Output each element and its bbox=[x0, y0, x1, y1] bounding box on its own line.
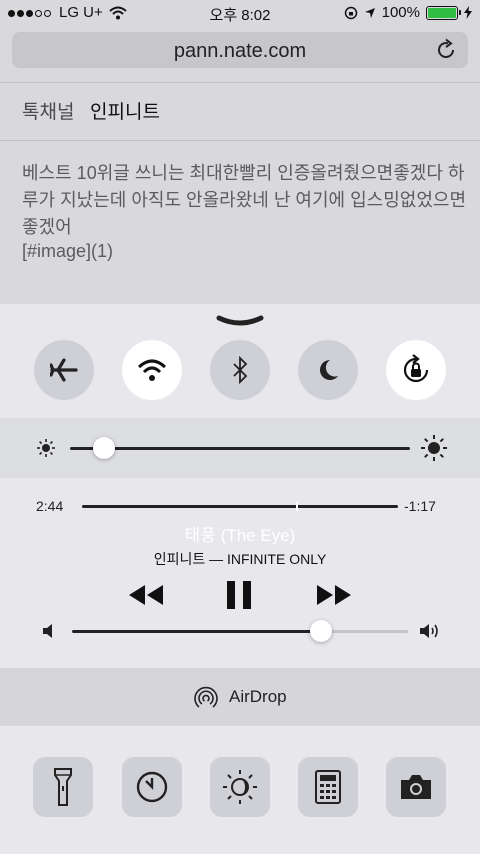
bluetooth-toggle[interactable] bbox=[210, 340, 270, 400]
fast-forward-icon[interactable] bbox=[315, 583, 353, 607]
camera-button[interactable] bbox=[386, 757, 446, 817]
brightness-knob[interactable] bbox=[93, 437, 115, 459]
scrubber-position-marker[interactable] bbox=[295, 502, 298, 511]
battery-percent: 100% bbox=[381, 4, 420, 21]
calculator-icon bbox=[315, 770, 341, 804]
volume-low-icon bbox=[43, 624, 52, 638]
post-text: 베스트 10위글 쓰니는 최대한빨리 인증올려줬으면좋겠다 하루가 지났는데 아… bbox=[22, 163, 467, 237]
camera-icon bbox=[401, 775, 431, 799]
post-image-link[interactable]: [#image](1) bbox=[22, 241, 113, 262]
calculator-button[interactable] bbox=[298, 757, 358, 817]
remaining-time: -1:17 bbox=[404, 498, 436, 514]
airdrop-button[interactable]: AirDrop bbox=[0, 668, 480, 726]
rotation-lock-status-icon bbox=[344, 6, 357, 19]
charging-bolt-icon bbox=[464, 6, 472, 19]
volume-slider[interactable] bbox=[72, 630, 408, 633]
wifi-toggle[interactable] bbox=[122, 340, 182, 400]
do-not-disturb-toggle[interactable] bbox=[298, 340, 358, 400]
flashlight-button[interactable] bbox=[33, 757, 93, 817]
battery-icon bbox=[426, 5, 461, 20]
grabber-chevron-icon[interactable] bbox=[216, 315, 264, 329]
volume-knob[interactable] bbox=[309, 620, 332, 642]
rotation-lock-toggle[interactable] bbox=[386, 340, 446, 400]
playback-scrubber[interactable] bbox=[82, 505, 398, 508]
location-arrow-icon bbox=[364, 7, 375, 18]
brightness-slider[interactable] bbox=[70, 447, 410, 450]
brightness-high-icon bbox=[421, 435, 447, 461]
rewind-icon[interactable] bbox=[127, 583, 165, 607]
artist-album: 인피니트 — INFINITE ONLY bbox=[153, 551, 327, 567]
timer-icon bbox=[136, 771, 168, 803]
timer-button[interactable] bbox=[122, 757, 182, 817]
divider bbox=[0, 140, 480, 141]
flashlight-icon bbox=[54, 768, 72, 806]
airdrop-label: AirDrop bbox=[229, 687, 287, 706]
divider bbox=[0, 82, 480, 83]
breadcrumb-parent[interactable]: 톡채널 bbox=[22, 97, 74, 124]
rotation-lock-icon bbox=[403, 354, 429, 383]
wifi-icon bbox=[137, 359, 167, 381]
night-shift-button[interactable] bbox=[210, 757, 270, 817]
airplane-icon bbox=[50, 358, 78, 382]
pause-icon[interactable] bbox=[226, 580, 252, 610]
volume-high-icon bbox=[420, 624, 438, 638]
bluetooth-icon bbox=[233, 356, 248, 384]
moon-icon bbox=[320, 360, 338, 380]
address-bar[interactable]: pann.nate.com bbox=[12, 32, 468, 68]
status-bar: LG U+ 오후 8:02 100% bbox=[0, 0, 480, 26]
breadcrumb-current[interactable]: 인피니트 bbox=[90, 97, 160, 124]
airdrop-icon bbox=[194, 686, 218, 708]
url-text: pann.nate.com bbox=[173, 40, 307, 62]
night-shift-icon bbox=[223, 770, 257, 804]
reload-icon[interactable] bbox=[436, 38, 458, 62]
song-title[interactable]: 태풍 (The Eye) bbox=[0, 521, 480, 546]
brightness-low-icon bbox=[37, 439, 55, 457]
elapsed-time: 2:44 bbox=[36, 498, 64, 514]
airplane-mode-toggle[interactable] bbox=[34, 340, 94, 400]
